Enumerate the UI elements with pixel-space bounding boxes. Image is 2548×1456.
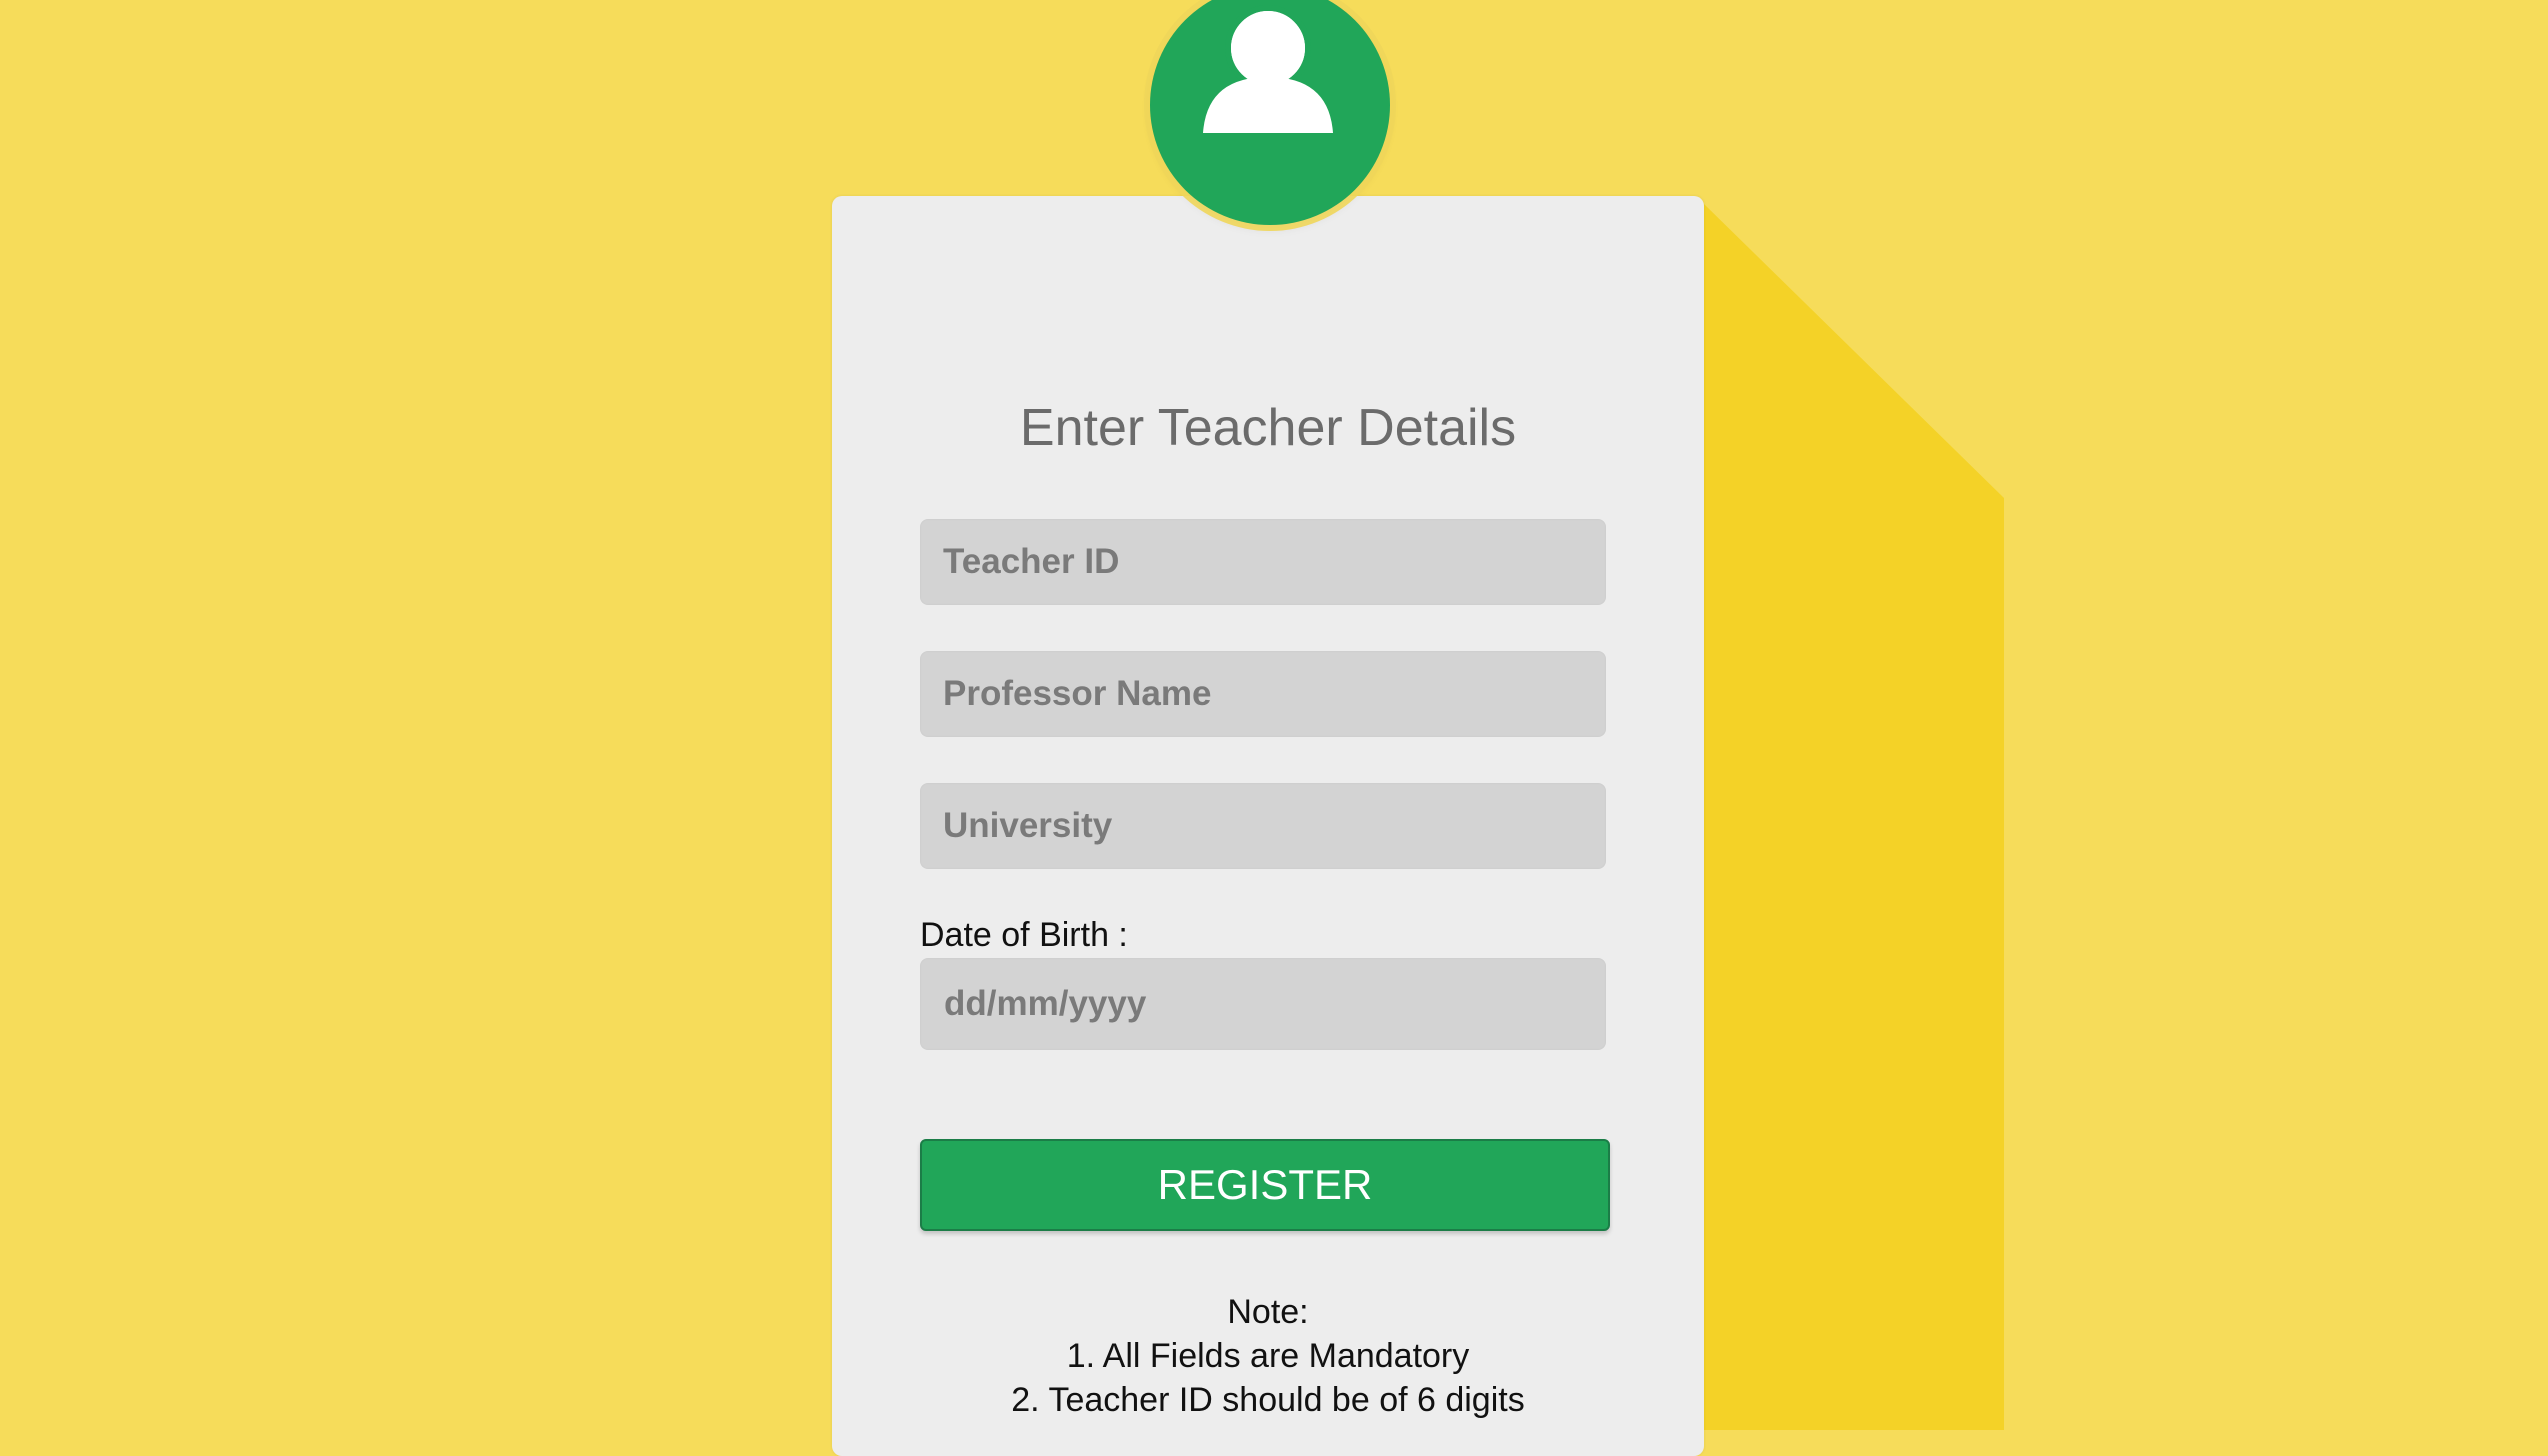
avatar xyxy=(1150,0,1390,225)
teacher-id-input[interactable]: Teacher ID xyxy=(920,519,1606,605)
note-line-1: 1. All Fields are Mandatory xyxy=(1066,1337,1470,1375)
note-line-2: 2. Teacher ID should be of 6 digits xyxy=(1011,1381,1525,1419)
user-icon xyxy=(1203,5,1333,133)
register-button[interactable]: REGISTER xyxy=(920,1139,1610,1231)
note-heading: Note: xyxy=(1227,1293,1309,1331)
dob-input[interactable]: dd/mm/yyyy xyxy=(920,958,1606,1050)
page-title: Enter Teacher Details xyxy=(1019,399,1517,457)
dob-label: Date of Birth : xyxy=(920,916,1128,954)
professor-name-input[interactable]: Professor Name xyxy=(920,651,1606,737)
university-input[interactable]: University xyxy=(920,783,1606,869)
